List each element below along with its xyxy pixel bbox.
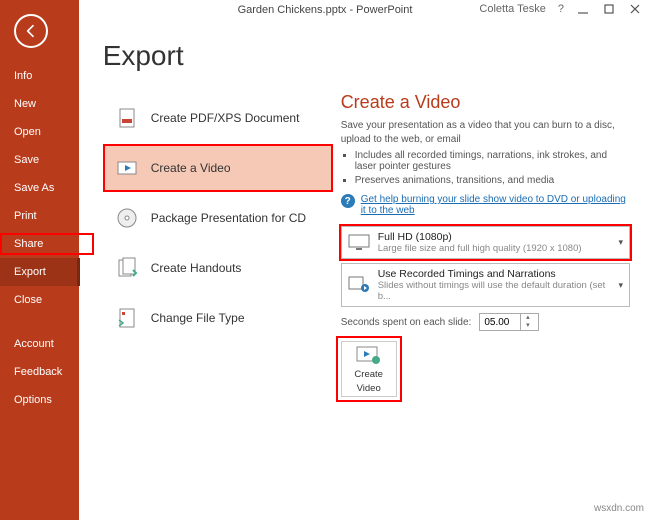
export-option-handouts[interactable]: Create Handouts	[103, 244, 333, 292]
sidebar-item-new[interactable]: New	[0, 90, 79, 118]
minimize-button[interactable]	[576, 2, 590, 16]
export-option-video[interactable]: Create a Video	[103, 144, 333, 192]
seconds-label: Seconds spent on each slide:	[341, 317, 472, 328]
sidebar-item-feedback[interactable]: Feedback	[0, 358, 79, 386]
sidebar-item-saveas[interactable]: Save As	[0, 174, 79, 202]
sidebar-item-open[interactable]: Open	[0, 118, 79, 146]
quality-title: Full HD (1080p)	[378, 231, 611, 243]
video-icon	[115, 156, 139, 180]
help-icon: ?	[341, 194, 355, 208]
export-option-label: Change File Type	[151, 311, 245, 325]
chevron-down-icon: ▾	[618, 237, 623, 248]
close-window-button[interactable]	[628, 2, 642, 16]
sidebar-item-share[interactable]: Share	[0, 230, 79, 258]
quality-sub: Large file size and full high quality (1…	[378, 243, 611, 254]
backstage-sidebar: Info New Open Save Save As Print Share E…	[0, 0, 79, 520]
sidebar-item-print[interactable]: Print	[0, 202, 79, 230]
export-option-label: Package Presentation for CD	[151, 211, 306, 225]
timings-icon	[348, 275, 370, 295]
monitor-icon	[348, 233, 370, 253]
sidebar-item-close[interactable]: Close	[0, 286, 79, 314]
timings-title: Use Recorded Timings and Narrations	[378, 268, 611, 280]
spin-down[interactable]: ▾	[521, 322, 534, 330]
quality-dropdown[interactable]: Full HD (1080p) Large file size and full…	[341, 226, 630, 259]
sidebar-item-account[interactable]: Account	[0, 330, 79, 358]
seconds-input[interactable]	[480, 317, 520, 328]
timings-sub: Slides without timings will use the defa…	[378, 280, 611, 302]
create-video-label: Create	[354, 369, 383, 380]
sidebar-item-options[interactable]: Options	[0, 386, 79, 414]
export-option-label: Create a Video	[151, 161, 231, 175]
create-video-label: Video	[357, 383, 381, 394]
window-title: Garden Chickens.pptx - PowerPoint	[238, 4, 413, 16]
section-description: Save your presentation as a video that y…	[341, 119, 630, 146]
change-type-icon	[115, 306, 139, 330]
export-option-filetype[interactable]: Change File Type	[103, 294, 333, 342]
seconds-spinner[interactable]: ▴ ▾	[479, 313, 539, 331]
user-name[interactable]: Coletta Teske	[479, 3, 545, 15]
handouts-icon	[115, 256, 139, 280]
chevron-down-icon: ▾	[618, 280, 623, 291]
spin-up[interactable]: ▴	[521, 314, 534, 322]
help-link[interactable]: Get help burning your slide show video t…	[361, 194, 630, 216]
create-video-button[interactable]: Create Video	[341, 341, 397, 397]
create-video-icon	[356, 344, 382, 366]
bullet-item: Preserves animations, transitions, and m…	[355, 175, 630, 186]
section-title: Create a Video	[341, 92, 630, 113]
sidebar-item-save[interactable]: Save	[0, 146, 79, 174]
feature-bullets: Includes all recorded timings, narration…	[355, 150, 630, 186]
sidebar-item-info[interactable]: Info	[0, 62, 79, 90]
export-option-label: Create PDF/XPS Document	[151, 111, 300, 125]
pdf-xps-icon	[115, 106, 139, 130]
help-button[interactable]: ?	[558, 3, 564, 15]
page-title: Export	[103, 40, 333, 72]
export-option-list: Create PDF/XPS Document Create a Video P…	[103, 94, 333, 342]
sidebar-item-export[interactable]: Export	[0, 258, 79, 286]
export-option-label: Create Handouts	[151, 261, 242, 275]
export-option-cd[interactable]: Package Presentation for CD	[103, 194, 333, 242]
back-button[interactable]	[14, 14, 48, 48]
restore-button[interactable]	[602, 2, 616, 16]
export-option-pdf[interactable]: Create PDF/XPS Document	[103, 94, 333, 142]
bullet-item: Includes all recorded timings, narration…	[355, 150, 630, 172]
timings-dropdown[interactable]: Use Recorded Timings and Narrations Slid…	[341, 263, 630, 307]
watermark: wsxdn.com	[594, 503, 644, 514]
cd-icon	[115, 206, 139, 230]
